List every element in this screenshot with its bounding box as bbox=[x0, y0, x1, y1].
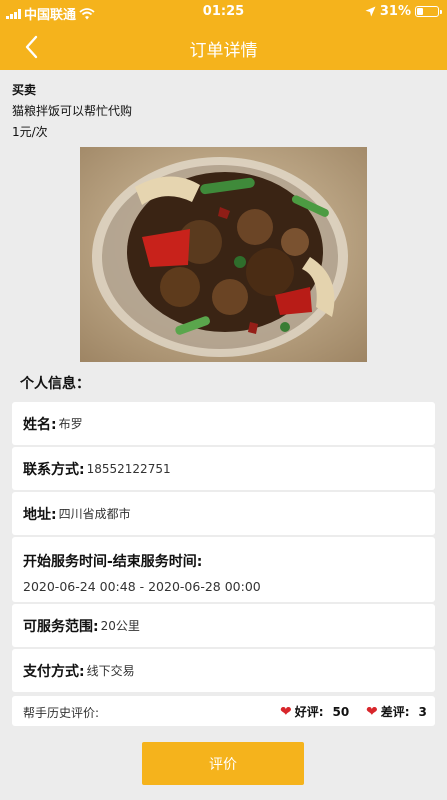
service-time-row: 开始服务时间-结束服务时间: 2020-06-24 00:48 - 2020-0… bbox=[12, 537, 435, 602]
location-icon bbox=[365, 6, 376, 17]
address-value: 四川省成都市 bbox=[58, 507, 131, 521]
name-label: 姓名: bbox=[23, 416, 57, 433]
bad-review: ❤ 差评: 3 bbox=[366, 703, 427, 720]
bad-review-label: 差评: bbox=[380, 705, 410, 719]
service-range-label: 可服务范围: bbox=[23, 618, 99, 635]
bad-review-count: 3 bbox=[418, 704, 427, 719]
order-photo bbox=[80, 147, 367, 362]
order-type: 买卖 bbox=[12, 83, 37, 97]
service-range-row: 可服务范围: 20公里 bbox=[12, 604, 435, 647]
good-review-label: 好评: bbox=[294, 705, 324, 719]
service-range-value: 20公里 bbox=[100, 619, 140, 633]
personal-info-title: 个人信息： bbox=[20, 376, 90, 392]
review-summary: 帮手历史评价: ❤ 好评: 50 ❤ 差评: 3 bbox=[12, 696, 435, 726]
heart-icon: ❤ bbox=[280, 703, 292, 720]
heart-icon: ❤ bbox=[366, 703, 378, 720]
name-value: 布罗 bbox=[58, 417, 83, 431]
page-title: 订单详情 bbox=[189, 41, 258, 61]
status-bar: 中国联通 01:25 31% bbox=[0, 0, 447, 24]
nav-bar: 订单详情 bbox=[0, 24, 447, 70]
service-time-label: 开始服务时间-结束服务时间: bbox=[23, 554, 203, 570]
good-review-count: 50 bbox=[332, 704, 350, 719]
payment-label: 支付方式: bbox=[23, 663, 85, 680]
status-right: 31% bbox=[365, 4, 442, 19]
review-label: 帮手历史评价: bbox=[23, 706, 100, 720]
phone-label: 联系方式: bbox=[23, 461, 85, 478]
payment-row: 支付方式: 线下交易 bbox=[12, 649, 435, 692]
order-summary: 买卖 猫粮拌饭可以帮忙代购 1元/次 bbox=[12, 80, 132, 143]
good-review: ❤ 好评: 50 bbox=[280, 703, 349, 720]
address-label: 地址: bbox=[23, 506, 57, 523]
service-time-value: 2020-06-24 00:48 - 2020-06-28 00:00 bbox=[23, 579, 261, 594]
evaluate-button[interactable]: 评价 bbox=[142, 742, 304, 785]
battery-percent: 31% bbox=[379, 4, 411, 19]
order-price: 1元/次 bbox=[12, 125, 48, 139]
phone-row: 联系方式: 18552122751 bbox=[12, 447, 435, 490]
name-row: 姓名: 布罗 bbox=[12, 402, 435, 445]
battery-icon bbox=[415, 6, 442, 17]
phone-value: 18552122751 bbox=[86, 461, 171, 476]
order-description: 猫粮拌饭可以帮忙代购 bbox=[12, 104, 133, 118]
payment-value: 线下交易 bbox=[86, 664, 135, 678]
address-row: 地址: 四川省成都市 bbox=[12, 492, 435, 535]
